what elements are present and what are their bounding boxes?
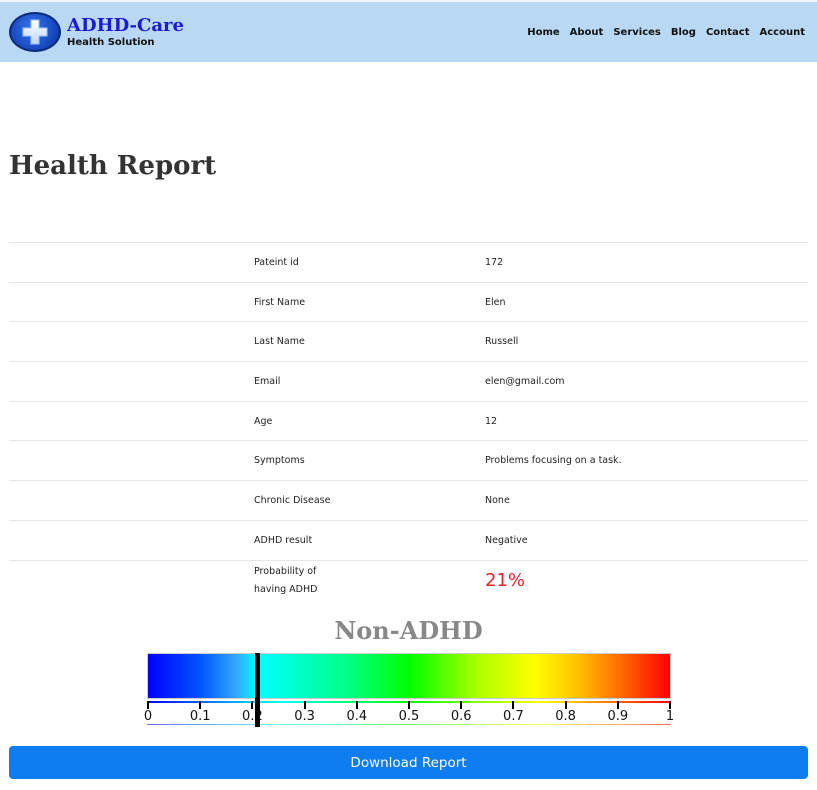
nav-contact[interactable]: Contact xyxy=(706,27,750,38)
row-value: 172 xyxy=(485,242,808,283)
row-value: elen@gmail.com xyxy=(485,361,808,402)
navbar: ADHD-Care Health Solution Home About Ser… xyxy=(0,0,817,62)
row-label: Symptoms xyxy=(254,440,485,481)
gauge-tick-label: 0.3 xyxy=(294,709,315,724)
gauge-tick xyxy=(669,701,671,709)
brand-text: ADHD-Care Health Solution xyxy=(67,14,184,48)
gauge-tick xyxy=(303,701,306,709)
row-label: ADHD result xyxy=(254,519,485,560)
row-label: Chronic Disease xyxy=(254,480,485,521)
table-row: Last Name Russell xyxy=(9,321,808,362)
table-row: Age 12 xyxy=(9,400,808,441)
probability-value: 21% xyxy=(485,569,526,591)
brand[interactable]: ADHD-Care Health Solution xyxy=(9,12,184,52)
gauge-tick-label: 1 xyxy=(665,709,675,724)
gauge-tick xyxy=(564,701,567,709)
gauge-tick-label: 0.7 xyxy=(503,709,524,724)
nav-services[interactable]: Services xyxy=(613,27,661,38)
gauge-tick xyxy=(251,701,254,709)
brand-name: ADHD-Care xyxy=(67,14,184,36)
table-row: ADHD result Negative xyxy=(9,519,808,560)
brand-tagline: Health Solution xyxy=(67,36,155,48)
row-value: Negative xyxy=(485,519,808,560)
gauge-baseline xyxy=(147,724,671,725)
row-label: Last Name xyxy=(254,321,485,362)
report-table: Pateint id 172 First Name Elen Last Name… xyxy=(9,242,808,600)
gauge-tick-label: 0.2 xyxy=(242,709,263,724)
gauge-tick-label: 0 xyxy=(143,709,153,724)
gauge-tick xyxy=(355,701,358,709)
table-row: First Name Elen xyxy=(9,281,808,322)
row-value: Russell xyxy=(485,321,808,362)
page-title: Health Report xyxy=(9,151,217,181)
gauge-tick xyxy=(616,701,619,709)
row-label: Pateint id xyxy=(254,242,485,283)
gauge-tick xyxy=(460,701,463,709)
nav-home[interactable]: Home xyxy=(527,27,559,38)
table-row: Chronic Disease None xyxy=(9,480,808,521)
gauge-tick xyxy=(512,701,515,709)
table-row: Symptoms Problems focusing on a task. xyxy=(9,440,808,481)
probability-gauge-bar xyxy=(147,653,671,699)
table-row: Probability of having ADHD 21% xyxy=(9,559,808,600)
nav-about[interactable]: About xyxy=(570,27,604,38)
gauge-tick-label: 0.8 xyxy=(555,709,576,724)
row-label: First Name xyxy=(254,281,485,322)
gauge-title: Non-ADHD xyxy=(334,616,483,645)
gauge-tick-label: 0.5 xyxy=(398,709,420,724)
row-value: Elen xyxy=(485,281,808,322)
row-label: Email xyxy=(254,361,485,402)
probability-label: Probability of having ADHD xyxy=(254,566,318,596)
row-value: 12 xyxy=(485,400,808,441)
download-report-button[interactable]: Download Report xyxy=(9,746,808,779)
gauge-tick-label: 0.1 xyxy=(189,709,211,724)
nav-links: Home About Services Blog Contact Account xyxy=(527,27,805,38)
row-value: Problems focusing on a task. xyxy=(485,440,808,481)
table-row: Email elen@gmail.com xyxy=(9,361,808,402)
gauge-tick-label: 0.6 xyxy=(450,709,472,724)
gauge-tick-label: 0.9 xyxy=(607,709,629,724)
gauge-tick xyxy=(199,701,202,709)
medical-cross-icon xyxy=(9,12,61,52)
row-value: None xyxy=(485,480,808,521)
gauge-tick-label: 0.4 xyxy=(346,709,368,724)
gauge-needle xyxy=(254,653,260,727)
gauge-tick xyxy=(147,701,149,709)
row-label: Age xyxy=(254,400,485,441)
table-row: Pateint id 172 xyxy=(9,242,808,283)
gauge-tick xyxy=(408,701,410,709)
nav-account[interactable]: Account xyxy=(760,27,805,38)
nav-blog[interactable]: Blog xyxy=(671,27,696,38)
